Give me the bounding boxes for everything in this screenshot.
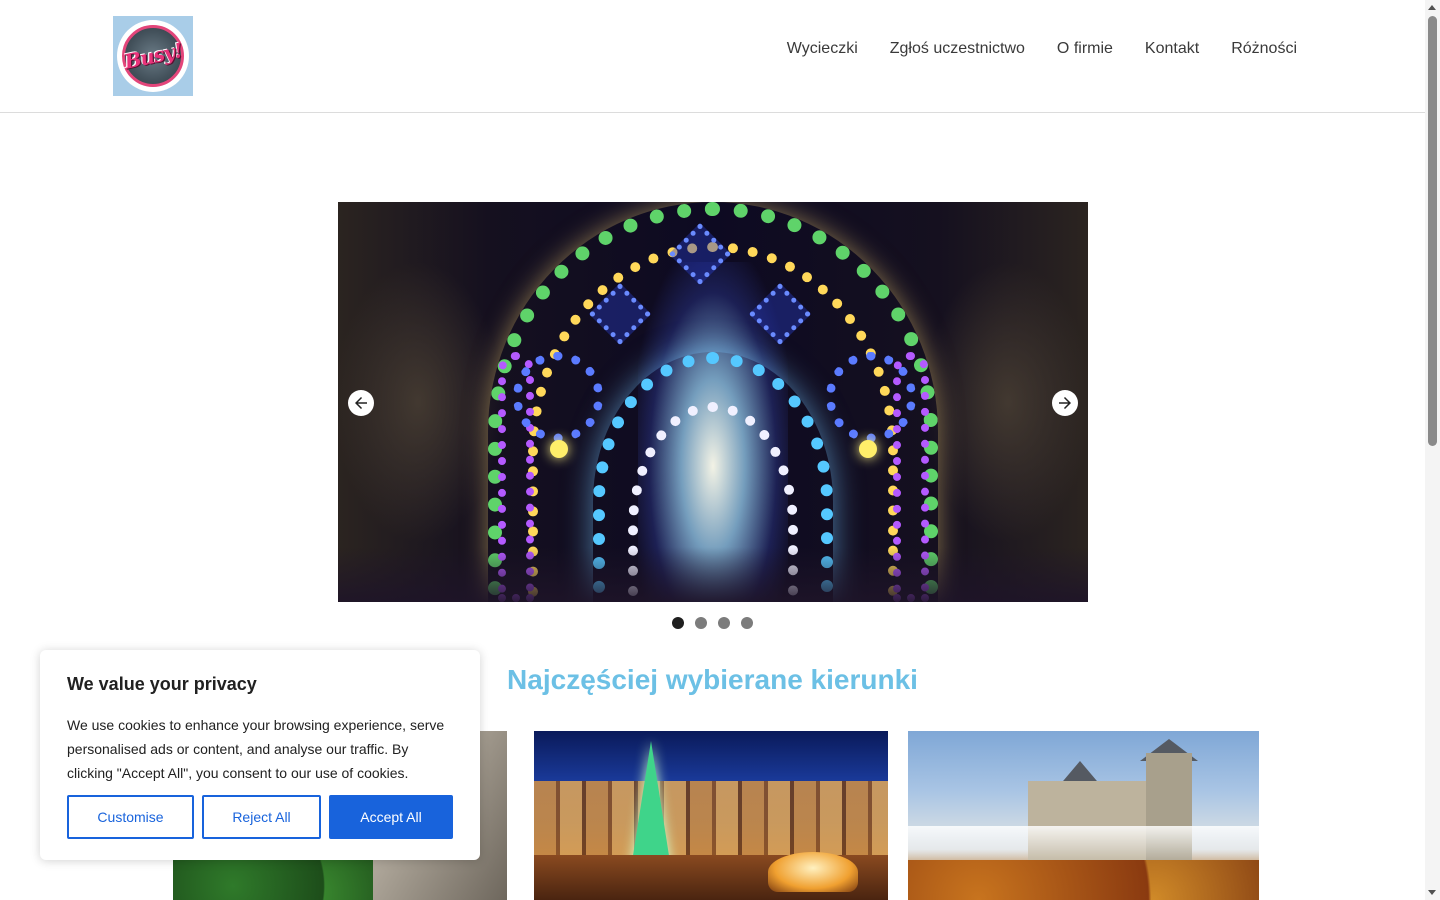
cookie-actions: Customise Reject All Accept All xyxy=(67,795,453,839)
slider-dot-2[interactable] xyxy=(695,617,707,629)
nav-item-kontakt[interactable]: Kontakt xyxy=(1145,40,1199,58)
cookie-reject-all-button[interactable]: Reject All xyxy=(202,795,321,839)
scroll-down-arrow-icon[interactable] xyxy=(1428,890,1436,895)
hero-slider xyxy=(338,202,1088,602)
site-logo[interactable]: Busy! xyxy=(113,16,193,96)
arrow-right-icon xyxy=(1059,397,1071,409)
slider-dot-3[interactable] xyxy=(718,617,730,629)
destination-card-christmas-market[interactable] xyxy=(534,731,888,900)
cookie-title: We value your privacy xyxy=(67,674,257,694)
slider-pagination xyxy=(672,617,753,629)
scroll-thumb[interactable] xyxy=(1428,16,1437,446)
street-shops xyxy=(338,547,1088,602)
destination-card-castle[interactable] xyxy=(908,731,1259,900)
cookie-accept-all-button[interactable]: Accept All xyxy=(329,795,453,839)
street-lamp xyxy=(859,440,877,458)
logo-emblem: Busy! xyxy=(122,25,184,87)
light-spiral-right xyxy=(826,352,916,442)
nav-item-wycieczki[interactable]: Wycieczki xyxy=(787,40,858,58)
site-header: Busy! Wycieczki Zgłoś uczestnictwo O fir… xyxy=(0,0,1425,113)
cookie-description: We use cookies to enhance your browsing … xyxy=(67,717,445,781)
card-image-carousel xyxy=(768,852,858,892)
cookie-consent-banner: We value your privacy We use cookies to … xyxy=(40,650,480,860)
page-scrollbar[interactable] xyxy=(1425,0,1440,900)
nav-item-zglos-uczestnictwo[interactable]: Zgłoś uczestnictwo xyxy=(890,40,1025,58)
street-lamp xyxy=(550,440,568,458)
card-image-houses xyxy=(534,781,888,861)
card-image-autumn-forest xyxy=(908,860,1259,900)
light-spiral-left xyxy=(513,352,603,442)
slider-dot-1[interactable] xyxy=(672,617,684,629)
logo-badge: Busy! xyxy=(117,20,189,92)
slide-image-christmas-lights xyxy=(338,202,1088,602)
slider-dot-4[interactable] xyxy=(741,617,753,629)
slider-prev-button[interactable] xyxy=(348,390,374,416)
main-nav: Wycieczki Zgłoś uczestnictwo O firmie Ko… xyxy=(787,40,1297,58)
scroll-up-arrow-icon[interactable] xyxy=(1428,5,1436,10)
cookie-customise-button[interactable]: Customise xyxy=(67,795,194,839)
arrow-left-icon xyxy=(355,397,367,409)
slider-next-button[interactable] xyxy=(1052,390,1078,416)
logo-text: Busy! xyxy=(122,38,184,74)
nav-item-roznosci[interactable]: Różności xyxy=(1231,40,1297,58)
nav-item-o-firmie[interactable]: O firmie xyxy=(1057,40,1113,58)
